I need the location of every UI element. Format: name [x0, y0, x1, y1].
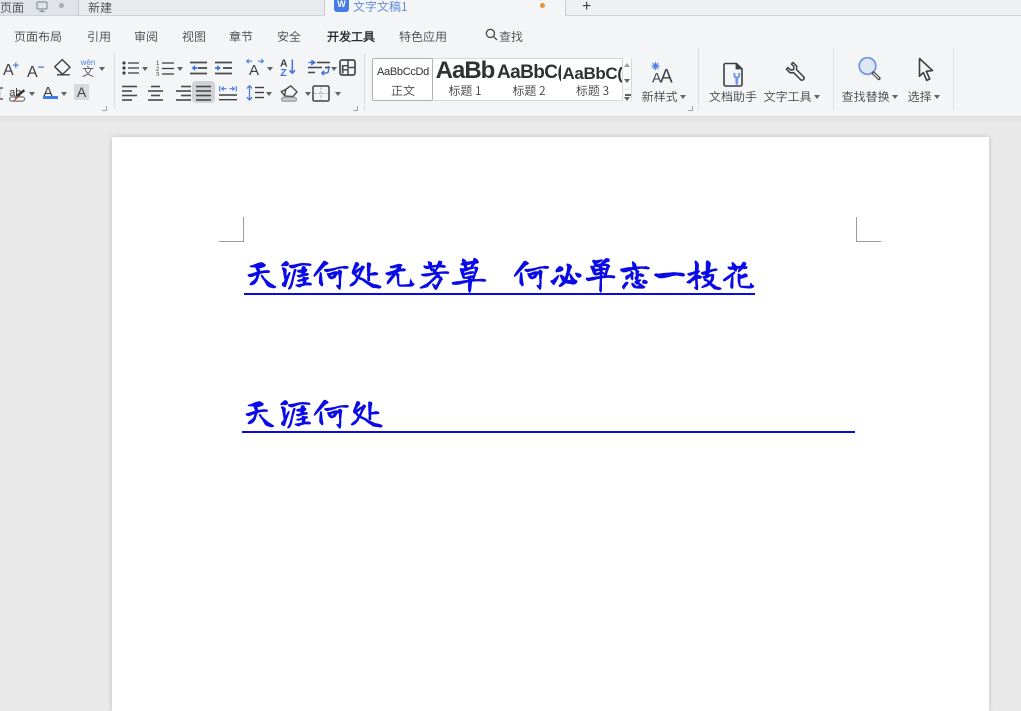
svg-text:A: A [249, 62, 259, 76]
svg-text:3: 3 [156, 73, 160, 77]
svg-text:Z: Z [280, 67, 287, 77]
svg-text:A: A [660, 67, 673, 88]
svg-text:F: F [341, 63, 348, 77]
